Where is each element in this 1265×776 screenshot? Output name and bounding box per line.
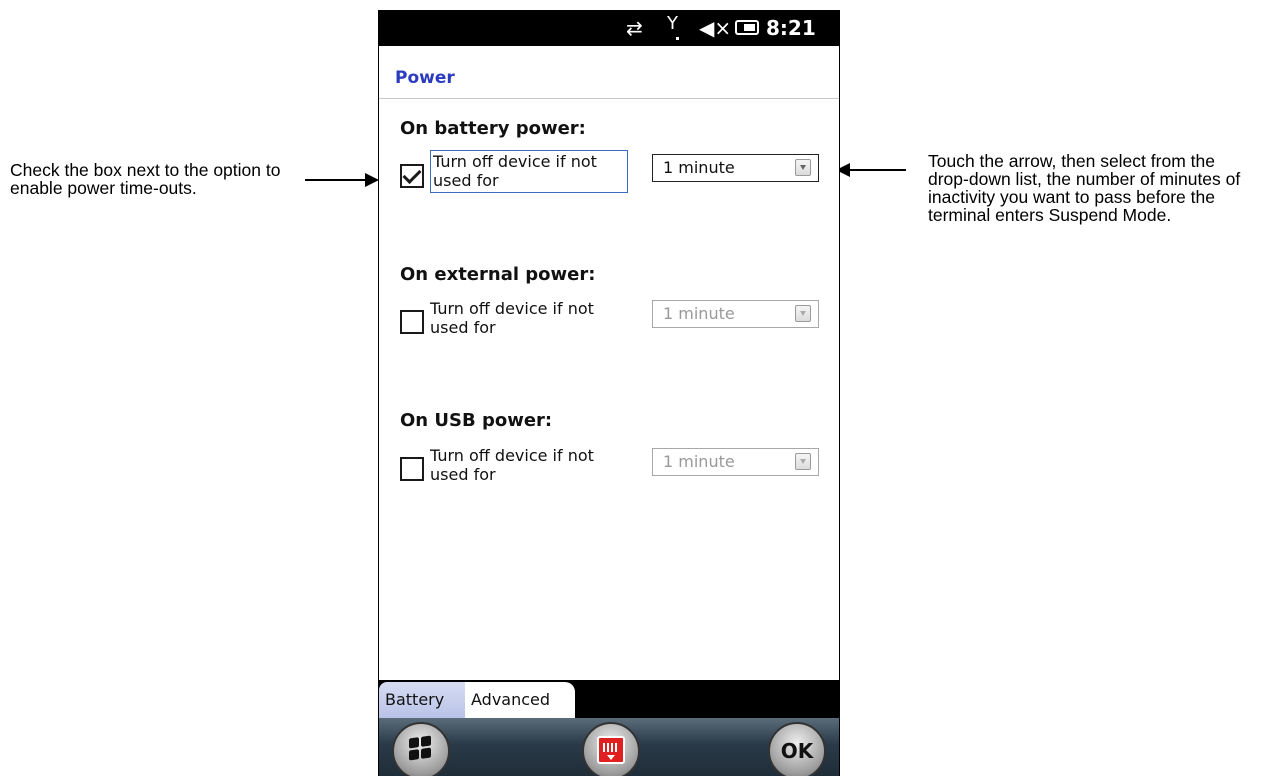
page-title: Power (395, 68, 455, 88)
title-bar: Power (379, 46, 839, 99)
dropdown-arrow-icon[interactable] (795, 453, 811, 470)
battery-timeout-dropdown[interactable]: 1 minute (652, 154, 819, 182)
tab-advanced[interactable]: Advanced (465, 682, 575, 718)
callout-arrow-left (305, 173, 379, 187)
battery-timeout-checkbox[interactable] (400, 164, 424, 188)
sync-icon[interactable]: ⇄ (626, 10, 643, 46)
usb-timeout-checkbox[interactable] (400, 457, 424, 481)
callout-enable-timeouts: Check the box next to the option to enab… (10, 160, 281, 198)
battery-timeout-label[interactable]: Turn off device if not used for (430, 150, 628, 193)
keyboard-icon (597, 736, 625, 764)
ok-label: OK (780, 739, 814, 763)
status-bar: ⇄ Y ◀× 8:21 (379, 10, 839, 46)
external-timeout-checkbox[interactable] (400, 310, 424, 334)
usb-timeout-dropdown[interactable]: 1 minute (652, 448, 819, 476)
ok-button[interactable]: OK (768, 722, 826, 776)
usb-timeout-value: 1 minute (663, 452, 735, 471)
dropdown-arrow-icon[interactable] (795, 159, 811, 176)
callout-arrow-right (836, 163, 906, 177)
tab-battery[interactable]: Battery (379, 682, 475, 718)
section-heading-battery: On battery power: (400, 118, 586, 139)
battery-charging-icon[interactable] (735, 20, 759, 35)
battery-timeout-value: 1 minute (663, 158, 735, 177)
start-button[interactable] (392, 722, 450, 776)
clock[interactable]: 8:21 (766, 10, 816, 46)
dropdown-arrow-icon[interactable] (795, 305, 811, 322)
windows-logo-icon (409, 735, 431, 761)
section-heading-usb: On USB power: (400, 410, 553, 431)
usb-timeout-label[interactable]: Turn off device if not used for (430, 446, 626, 484)
section-heading-external: On external power: (400, 264, 596, 285)
callout-select-minutes: Touch the arrow, then select from the dr… (928, 151, 1241, 225)
keyboard-button[interactable] (582, 722, 640, 776)
external-timeout-value: 1 minute (663, 304, 735, 323)
signal-dot (676, 37, 679, 40)
device-screen: ⇄ Y ◀× 8:21 Power On battery power: Turn… (378, 10, 840, 776)
external-timeout-label[interactable]: Turn off device if not used for (430, 299, 626, 337)
tab-strip: Battery Advanced (379, 680, 839, 718)
volume-muted-icon[interactable]: ◀× (699, 10, 731, 46)
external-timeout-dropdown[interactable]: 1 minute (652, 300, 819, 328)
soft-key-bar: OK (379, 718, 839, 776)
